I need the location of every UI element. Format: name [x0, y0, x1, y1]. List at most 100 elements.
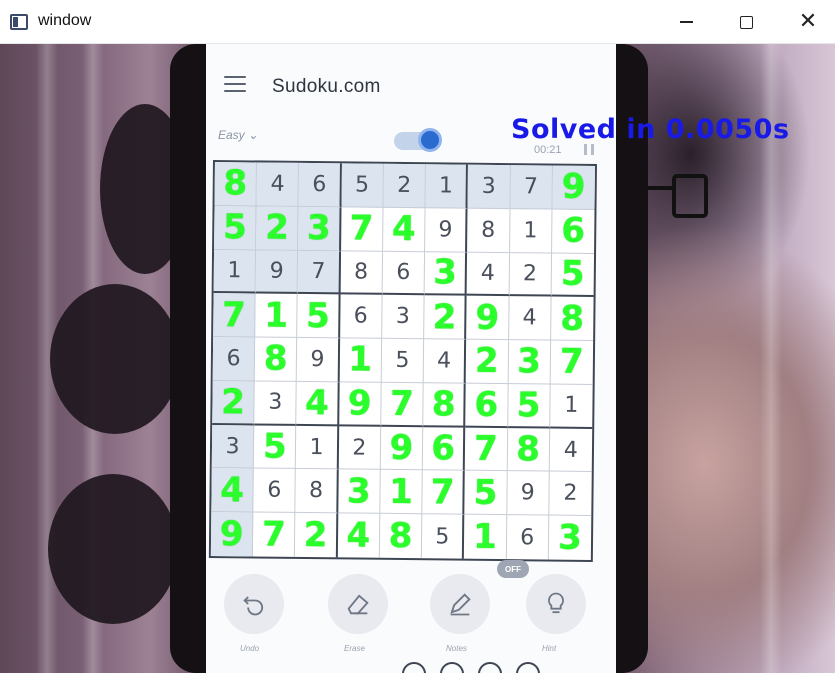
- sudoku-cell[interactable]: 7: [422, 470, 466, 515]
- close-button[interactable]: ✕: [786, 6, 830, 38]
- sudoku-cell[interactable]: 8: [254, 337, 298, 382]
- sudoku-cell[interactable]: 8: [214, 162, 258, 207]
- sudoku-cell[interactable]: 5: [341, 163, 384, 208]
- undo-button[interactable]: [224, 574, 284, 634]
- sudoku-cell[interactable]: 6: [253, 468, 297, 514]
- sudoku-cell[interactable]: 6: [422, 426, 466, 472]
- sudoku-cell[interactable]: 9: [297, 338, 340, 383]
- sudoku-cell[interactable]: 7: [340, 207, 384, 252]
- sudoku-cell[interactable]: 4: [211, 468, 254, 513]
- sudoku-cell[interactable]: 5: [214, 205, 257, 251]
- sudoku-cell[interactable]: 9: [466, 295, 510, 341]
- sudoku-cell[interactable]: 2: [383, 163, 427, 208]
- sudoku-cell[interactable]: 3: [337, 469, 381, 514]
- sudoku-cell[interactable]: 4: [337, 513, 381, 558]
- sudoku-cell[interactable]: 3: [254, 381, 298, 426]
- glasses-lens: [672, 174, 708, 218]
- sudoku-cell[interactable]: 2: [424, 295, 467, 340]
- sudoku-cell[interactable]: 7: [465, 427, 508, 472]
- sudoku-cell[interactable]: 6: [382, 251, 426, 296]
- sudoku-cell[interactable]: 1: [464, 514, 507, 560]
- close-icon: ✕: [798, 9, 818, 34]
- sudoku-cell[interactable]: 2: [549, 471, 592, 517]
- sudoku-cell[interactable]: 4: [423, 339, 467, 384]
- number-pad-partial: [402, 662, 540, 673]
- sudoku-cell[interactable]: 1: [213, 249, 257, 294]
- hint-button[interactable]: [526, 574, 586, 634]
- pause-icon[interactable]: [584, 144, 594, 155]
- sudoku-cell[interactable]: 1: [255, 293, 299, 339]
- sudoku-cell[interactable]: 7: [550, 340, 594, 385]
- sudoku-cell[interactable]: 7: [510, 165, 553, 210]
- sudoku-cell[interactable]: 9: [255, 250, 299, 295]
- sudoku-cell[interactable]: 8: [340, 250, 383, 296]
- sudoku-cell[interactable]: 1: [296, 425, 339, 470]
- sudoku-cell[interactable]: 1: [509, 208, 553, 254]
- sudoku-cell[interactable]: 7: [253, 512, 296, 557]
- sudoku-cell[interactable]: 7: [213, 293, 256, 338]
- sudoku-cell[interactable]: 2: [212, 380, 255, 426]
- sudoku-cell[interactable]: 9: [552, 165, 595, 210]
- minimize-button[interactable]: [664, 6, 708, 38]
- notes-off-badge: OFF: [497, 560, 529, 578]
- maximize-button[interactable]: [724, 6, 768, 38]
- sudoku-cell[interactable]: 3: [298, 206, 342, 251]
- sudoku-cell[interactable]: 4: [508, 296, 552, 341]
- undo-icon: [243, 596, 264, 616]
- sudoku-cell[interactable]: 2: [338, 425, 382, 471]
- sudoku-cell[interactable]: 9: [210, 512, 254, 557]
- sudoku-cell[interactable]: 2: [256, 206, 299, 251]
- sudoku-cell[interactable]: 3: [424, 251, 468, 296]
- sudoku-cell[interactable]: 8: [550, 296, 594, 342]
- sudoku-cell[interactable]: 6: [212, 337, 256, 382]
- sudoku-cell[interactable]: 5: [507, 383, 551, 429]
- finger-shadow: [50, 284, 180, 434]
- sudoku-cell[interactable]: 5: [297, 294, 341, 339]
- sudoku-cell[interactable]: 6: [551, 209, 595, 254]
- sudoku-cell[interactable]: 7: [298, 250, 341, 295]
- sudoku-cell[interactable]: 6: [339, 294, 383, 339]
- sudoku-cell[interactable]: 5: [551, 253, 595, 298]
- sudoku-cell[interactable]: 2: [295, 513, 338, 558]
- sudoku-cell[interactable]: 3: [467, 164, 511, 209]
- sudoku-cell[interactable]: 3: [382, 295, 425, 340]
- sudoku-cell[interactable]: 8: [379, 513, 423, 559]
- sudoku-cell[interactable]: 4: [466, 252, 510, 297]
- sudoku-cell[interactable]: 9: [380, 426, 424, 471]
- sudoku-cell[interactable]: 3: [549, 516, 592, 560]
- menu-icon[interactable]: [224, 76, 246, 92]
- mode-toggle[interactable]: [394, 128, 442, 152]
- notes-button[interactable]: [430, 574, 490, 634]
- sudoku-cell[interactable]: 2: [509, 252, 552, 297]
- sudoku-cell[interactable]: 6: [465, 383, 509, 428]
- sudoku-cell[interactable]: 9: [338, 382, 382, 427]
- sudoku-cell[interactable]: 7: [381, 382, 424, 427]
- sudoku-cell[interactable]: 1: [339, 338, 383, 383]
- sudoku-cell[interactable]: 1: [425, 164, 469, 209]
- sudoku-cell[interactable]: 4: [549, 428, 593, 473]
- window-titlebar: window ✕: [0, 0, 835, 44]
- sudoku-cell[interactable]: 8: [507, 427, 550, 472]
- sudoku-cell[interactable]: 9: [425, 207, 468, 253]
- sudoku-cell[interactable]: 8: [467, 208, 511, 253]
- sudoku-cell[interactable]: 5: [381, 338, 425, 384]
- sudoku-cell[interactable]: 8: [423, 383, 467, 428]
- erase-button[interactable]: [328, 574, 388, 634]
- sudoku-cell[interactable]: 6: [506, 515, 550, 560]
- sudoku-cell[interactable]: 3: [211, 424, 255, 469]
- sudoku-cell[interactable]: 1: [380, 470, 423, 515]
- sudoku-cell[interactable]: 4: [382, 207, 426, 252]
- sudoku-cell[interactable]: 9: [506, 471, 550, 516]
- sudoku-cell[interactable]: 1: [549, 384, 593, 429]
- sudoku-cell[interactable]: 4: [296, 381, 340, 426]
- sudoku-cell[interactable]: 4: [256, 162, 300, 207]
- sudoku-cell[interactable]: 5: [421, 514, 465, 559]
- sudoku-cell[interactable]: 6: [298, 162, 342, 208]
- hint-label: Hint: [542, 644, 557, 653]
- sudoku-cell[interactable]: 2: [466, 339, 509, 384]
- sudoku-cell[interactable]: 8: [295, 469, 339, 514]
- sudoku-cell[interactable]: 3: [508, 340, 551, 385]
- difficulty-selector[interactable]: Easy ⌄: [218, 128, 258, 142]
- sudoku-cell[interactable]: 5: [253, 425, 297, 470]
- sudoku-cell[interactable]: 5: [464, 471, 508, 516]
